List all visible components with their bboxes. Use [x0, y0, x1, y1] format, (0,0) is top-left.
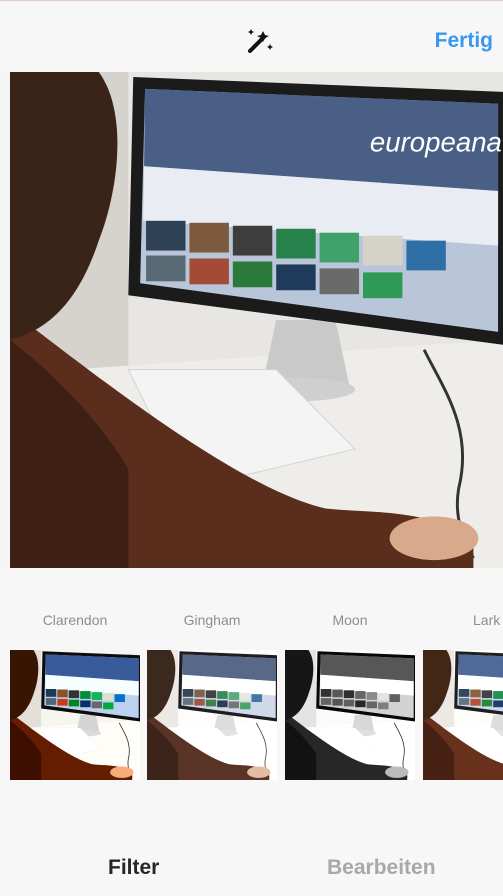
filter-tile-gingham[interactable]: Gingham — [147, 612, 277, 780]
filter-tile-lark[interactable]: Lark — [423, 612, 503, 780]
filter-name: Gingham — [183, 612, 241, 628]
filter-thumbnail — [285, 650, 415, 780]
screen-logo-text: europeana — [370, 126, 502, 157]
bottom-tabs: Filter Bearbeiten — [0, 812, 503, 896]
done-button[interactable]: Fertig — [435, 29, 493, 53]
filter-name: Lark — [473, 612, 501, 628]
filter-tile-clarendon[interactable]: Clarendon — [10, 612, 140, 780]
top-bar: Fertig — [0, 0, 503, 72]
filter-name: Clarendon — [42, 612, 108, 628]
tab-filter[interactable]: Filter — [108, 856, 159, 880]
filter-thumbnail — [423, 650, 503, 780]
filter-name: Moon — [332, 612, 368, 628]
photo-preview: europeana — [10, 72, 503, 568]
filter-thumbnail — [10, 650, 140, 780]
filter-thumbnail — [147, 650, 277, 780]
filter-tile-moon[interactable]: Moon — [285, 612, 415, 780]
magic-wand-icon — [248, 29, 273, 53]
magic-wand-button[interactable] — [236, 23, 280, 59]
tab-edit[interactable]: Bearbeiten — [327, 856, 436, 880]
